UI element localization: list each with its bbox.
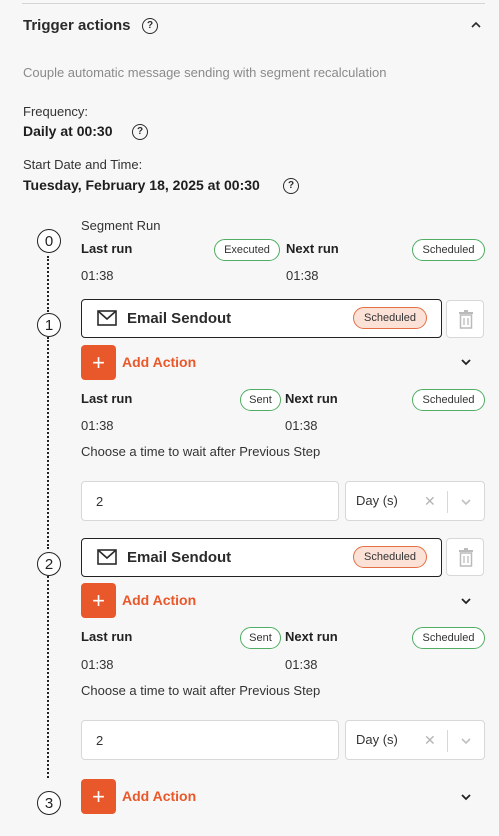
email-sendout-label: Email Sendout [127,310,232,327]
wait-unit-select[interactable]: Day (s) ✕ [345,481,485,521]
next-run-time: 01:38 [285,418,318,433]
wait-unit-value: Day (s) [356,493,398,508]
next-run-label: Next run [286,241,339,256]
delete-button[interactable] [446,300,484,338]
add-action-label[interactable]: Add Action [122,592,196,608]
add-action-label[interactable]: Add Action [122,788,196,804]
last-run-time: 01:38 [81,268,114,283]
last-run-label: Last run [81,241,133,256]
wait-value-input[interactable]: 2 [81,720,339,760]
status-badge: Scheduled [412,627,485,649]
section-title: Trigger actions [23,17,131,34]
wait-unit-value: Day (s) [356,732,398,747]
frequency-value: Daily at 00:30 [23,123,113,139]
timeline-connector [47,256,49,312]
next-run-time: 01:38 [285,657,318,672]
chevron-down-icon[interactable] [460,498,472,506]
top-divider [22,3,485,4]
help-icon[interactable]: ? [142,18,158,34]
email-sendout-card[interactable]: Email Sendout Scheduled [81,538,442,577]
chevron-down-icon[interactable] [460,737,472,745]
status-badge: Scheduled [412,389,485,411]
next-run-label: Next run [285,391,338,406]
wait-label: Choose a time to wait after Previous Ste… [81,683,321,698]
add-action-button[interactable]: + [81,345,116,380]
status-badge: Sent [240,389,281,411]
chevron-down-icon[interactable] [460,358,472,366]
clear-icon[interactable]: ✕ [424,732,436,749]
delete-button[interactable] [446,538,484,576]
select-separator [447,730,448,752]
start-help-icon[interactable]: ? [283,178,299,194]
next-run-label: Next run [285,629,338,644]
wait-value-input[interactable]: 2 [81,481,339,521]
status-badge: Scheduled [353,307,427,329]
status-badge: Scheduled [412,239,485,261]
wait-unit-select[interactable]: Day (s) ✕ [345,720,485,760]
email-sendout-label: Email Sendout [127,549,232,566]
add-action-label[interactable]: Add Action [122,354,196,370]
trash-icon [459,548,473,567]
status-badge: Scheduled [353,546,427,568]
step-number-1: 1 [37,313,61,337]
add-action-button[interactable]: + [81,779,116,814]
chevron-down-icon[interactable] [460,793,472,801]
add-action-button[interactable]: + [81,583,116,618]
last-run-label: Last run [81,391,133,406]
frequency-label: Frequency: [23,104,89,119]
email-sendout-card[interactable]: Email Sendout Scheduled [81,299,442,338]
mail-icon [97,310,117,326]
frequency-help-icon[interactable]: ? [132,124,148,140]
status-badge: Executed [214,239,280,261]
step-number-3: 3 [37,791,61,815]
chevron-up-icon[interactable] [469,20,483,30]
step-number-0: 0 [37,229,61,253]
start-label: Start Date and Time: [23,157,143,172]
status-badge: Sent [240,627,281,649]
last-run-label: Last run [81,629,133,644]
clear-icon[interactable]: ✕ [424,493,436,510]
select-separator [447,491,448,513]
last-run-time: 01:38 [81,657,114,672]
timeline-connector [47,337,49,549]
last-run-time: 01:38 [81,418,114,433]
wait-label: Choose a time to wait after Previous Ste… [81,444,321,459]
trash-icon [459,310,473,329]
step-number-2: 2 [37,552,61,576]
mail-icon [97,549,117,565]
next-run-time: 01:38 [286,268,319,283]
start-value: Tuesday, February 18, 2025 at 00:30 [23,177,260,193]
section-subtitle: Couple automatic message sending with se… [23,65,387,80]
chevron-down-icon[interactable] [460,597,472,605]
timeline-connector [47,576,49,778]
segment-run-title: Segment Run [81,218,161,233]
